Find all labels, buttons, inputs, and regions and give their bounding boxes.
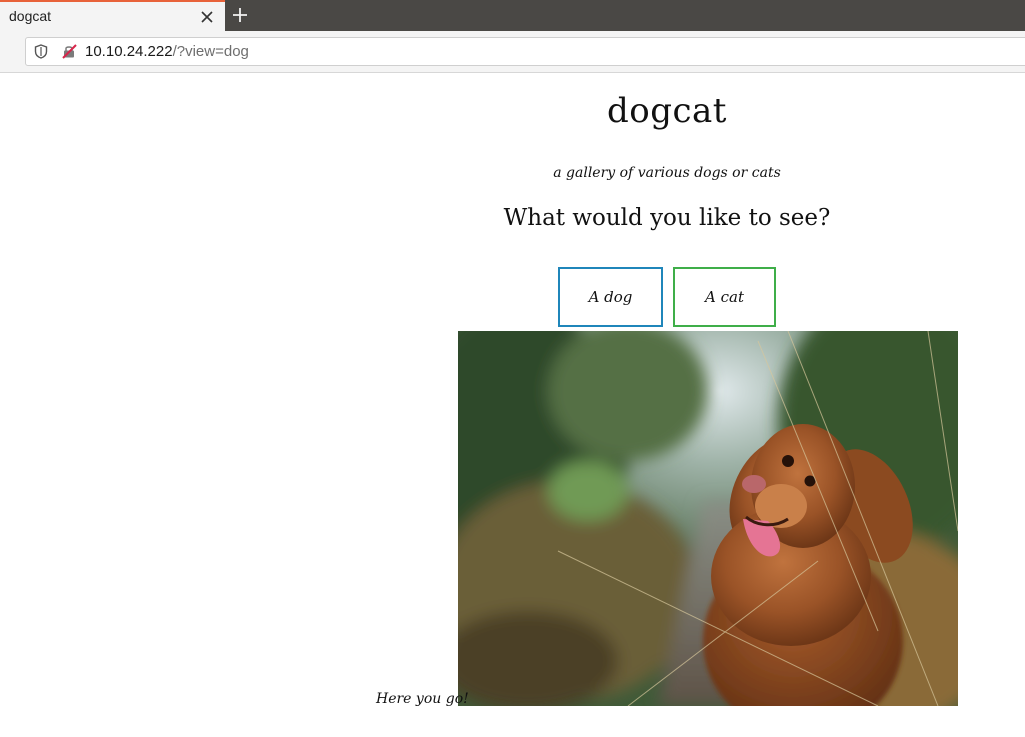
url-text[interactable]: 10.10.24.222/?view=dog — [85, 43, 249, 60]
page-content: dogcat a gallery of various dogs or cats… — [0, 73, 1025, 737]
url-host: 10.10.24.222 — [85, 43, 173, 60]
address-bar[interactable]: 10.10.24.222/?view=dog — [25, 37, 1025, 66]
caption-text: Here you go! — [376, 691, 469, 707]
close-icon[interactable] — [199, 9, 215, 25]
tab-bar: dogcat — [0, 0, 1025, 31]
url-path: /?view=dog — [172, 43, 249, 60]
cat-button[interactable]: A cat — [673, 267, 776, 327]
shield-icon[interactable] — [34, 44, 48, 59]
page-question: What would you like to see? — [503, 205, 831, 231]
plus-icon[interactable] — [231, 6, 249, 24]
insecure-lock-icon[interactable] — [62, 44, 77, 59]
navigation-bar: 10.10.24.222/?view=dog — [0, 31, 1025, 73]
dog-photo — [458, 331, 958, 706]
page-title: dogcat — [607, 91, 727, 131]
page-subtitle: a gallery of various dogs or cats — [553, 165, 781, 181]
tab-dogcat[interactable]: dogcat — [0, 0, 225, 31]
tab-title: dogcat — [9, 8, 52, 24]
dog-button[interactable]: A dog — [558, 267, 663, 327]
